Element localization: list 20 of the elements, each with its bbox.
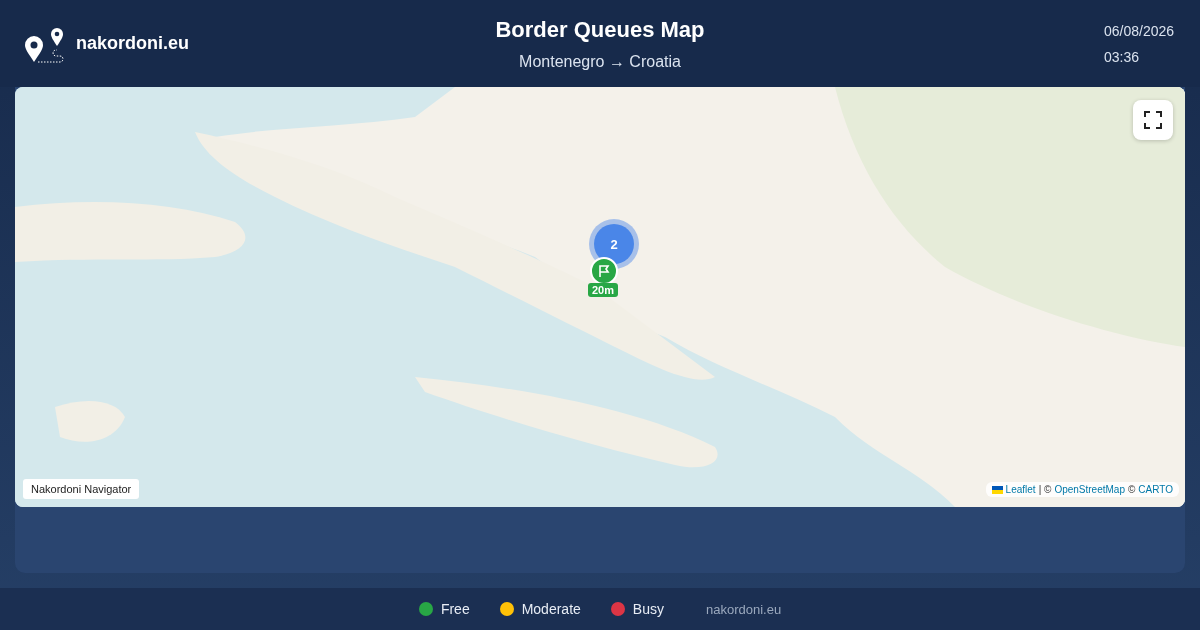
legend-label: Free: [440, 601, 470, 617]
time-text: 03:36: [1104, 48, 1141, 65]
flag-icon: [598, 264, 610, 278]
legend-label: Busy: [632, 601, 664, 617]
route-subtitle: Montenegro → Croatia: [519, 52, 681, 71]
fullscreen-button[interactable]: [1133, 100, 1173, 140]
fullscreen-icon: [1144, 111, 1162, 129]
navigator-label: Nakordoni Navigator: [23, 479, 140, 499]
carto-link[interactable]: CARTO: [1138, 484, 1173, 495]
openstreetmap-link[interactable]: OpenStreetMap: [1054, 484, 1125, 495]
flag-icon: [991, 485, 1003, 494]
legend-label: Moderate: [521, 601, 581, 617]
footer-site: nakordoni.eu: [705, 601, 782, 617]
copyright-text: | ©: [1038, 484, 1052, 495]
wait-time-label: 20m: [588, 283, 619, 297]
brand-name: nakordoni.eu: [76, 33, 189, 54]
copyright-text: ©: [1128, 484, 1136, 495]
leaflet-link[interactable]: Leaflet: [1005, 484, 1036, 495]
page-title: Border Queues Map: [495, 16, 705, 43]
date-text: 06/08/2026: [1104, 22, 1175, 39]
